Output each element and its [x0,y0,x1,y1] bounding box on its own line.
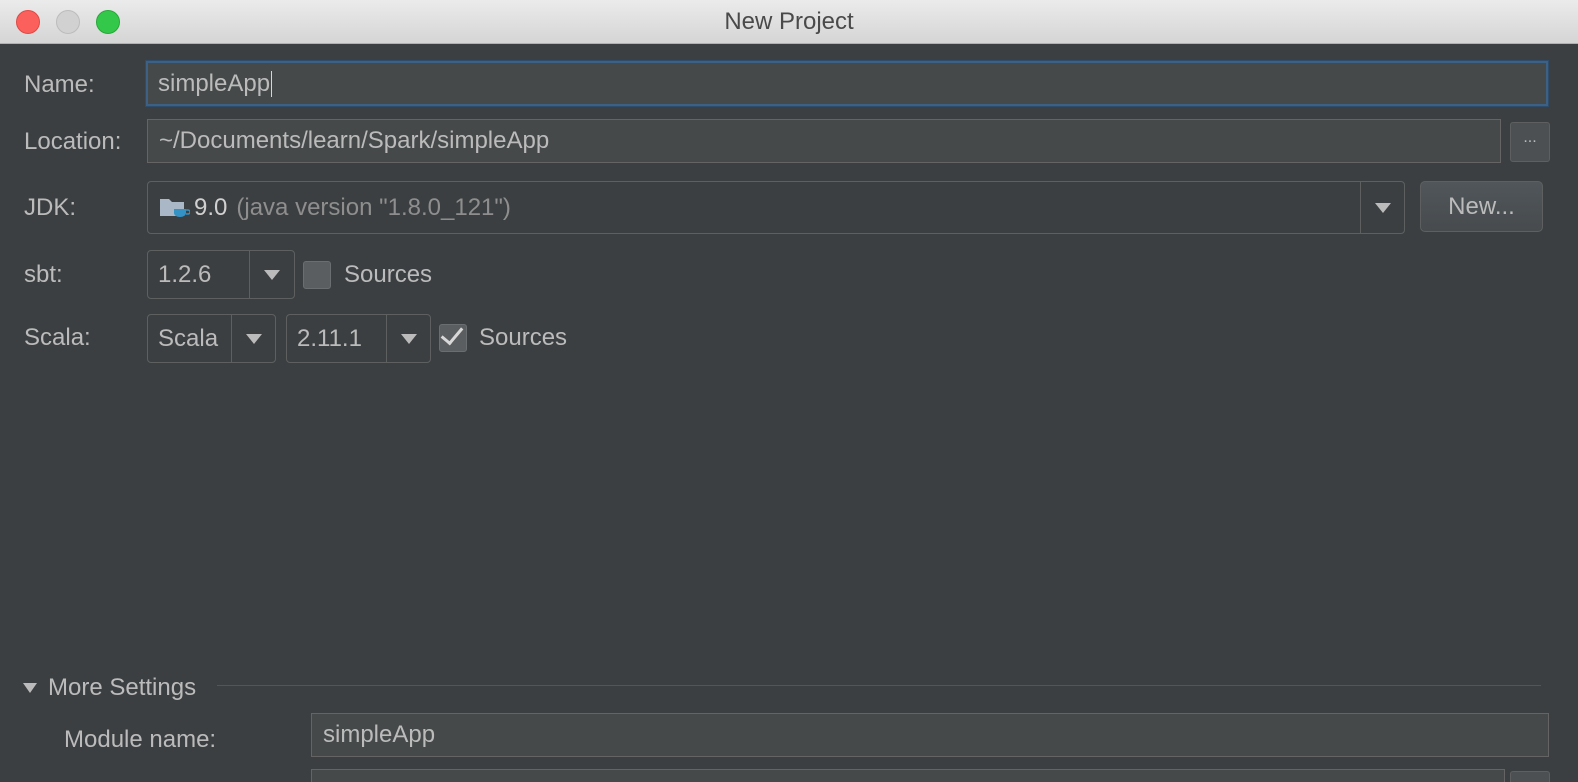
content-root-input[interactable] [311,769,1505,782]
name-input[interactable]: simpleApp [146,61,1548,106]
sbt-dropdown-arrow[interactable] [249,251,294,298]
name-label: Name: [24,71,95,98]
jdk-version: 9.0 [194,193,228,221]
jdk-select-value: 9.0 (java version "1.8.0_121") [148,194,1360,222]
jdk-version-detail: (java version "1.8.0_121") [236,193,511,221]
jdk-dropdown-arrow[interactable] [1360,182,1404,233]
chevron-down-icon [1374,202,1391,213]
browse-content-root-button[interactable] [1510,771,1550,782]
module-name-input[interactable]: simpleApp [311,713,1549,757]
chevron-down-icon [400,333,417,344]
scala-distribution-dropdown-arrow[interactable] [231,315,275,362]
location-input-value: ~/Documents/learn/Spark/simpleApp [159,127,550,154]
more-settings-toggle[interactable]: More Settings [48,674,196,702]
jdk-label: JDK: [24,194,77,221]
chevron-down-icon [264,269,280,280]
scala-label: Scala: [24,324,91,351]
sbt-label: sbt: [24,261,63,288]
ellipsis-icon: ... [1523,129,1537,146]
location-label: Location: [24,128,122,155]
scala-distribution-value: Scala [158,324,219,352]
module-name-value: simpleApp [323,721,436,748]
sbt-version-value: 1.2.6 [158,260,212,288]
chevron-down-icon [245,333,262,344]
new-jdk-button[interactable]: New... [1420,181,1543,232]
name-input-value: simpleApp [158,69,271,97]
checkmark-icon [440,321,464,346]
sbt-sources-label[interactable]: Sources [344,261,432,289]
disclosure-triangle-icon[interactable] [23,683,37,693]
scala-version-select[interactable]: 2.11.1 [286,314,431,363]
text-cursor [271,70,273,97]
scala-sources-label[interactable]: Sources [479,324,567,352]
window-title: New Project [724,8,854,35]
scala-sources-checkbox[interactable] [439,321,467,352]
module-name-label: Module name: [64,726,217,753]
scala-distribution-select[interactable]: Scala [147,314,276,363]
more-settings-divider [217,685,1541,686]
location-input[interactable]: ~/Documents/learn/Spark/simpleApp [147,119,1501,163]
jdk-select[interactable]: 9.0 (java version "1.8.0_121") [147,181,1405,234]
title-bar: New Project [0,0,1578,44]
new-project-dialog: New Project Name: simpleApp Location: ~/… [0,0,1578,782]
scala-version-value: 2.11.1 [297,324,362,352]
jdk-folder-icon [158,195,191,221]
browse-location-button[interactable]: ... [1510,122,1550,162]
sbt-sources-checkbox[interactable] [303,261,331,289]
scala-version-dropdown-arrow[interactable] [386,315,430,362]
sbt-version-select[interactable]: 1.2.6 [147,250,295,299]
